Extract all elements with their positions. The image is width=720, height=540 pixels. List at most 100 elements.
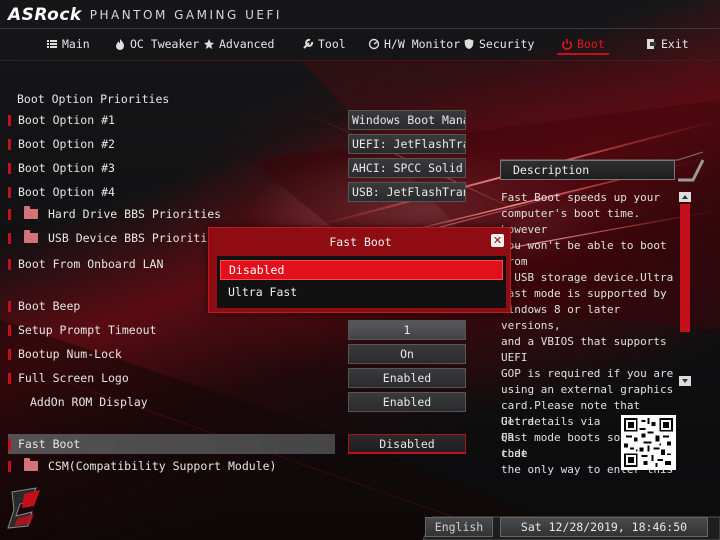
dialog-options-list: Disabled Ultra Fast <box>217 256 506 308</box>
dialog-title: Fast Boot <box>329 235 392 249</box>
row-marker <box>8 348 11 360</box>
description-line: Fast mode is supported by <box>501 287 667 300</box>
full-screen-logo-label: Full Screen Logo <box>18 371 129 385</box>
tab-oc-tweaker-label: OC Tweaker <box>130 37 200 51</box>
tab-security-label: Security <box>479 37 535 51</box>
fast-boot-row[interactable]: Fast Boot <box>8 434 335 454</box>
addon-rom-display-label: AddOn ROM Display <box>30 395 148 409</box>
exit-icon <box>645 38 657 50</box>
brand-subtitle: PHANTOM GAMING UEFI <box>89 8 282 22</box>
full-screen-logo-value[interactable]: Enabled <box>348 368 466 388</box>
row-marker <box>8 460 11 472</box>
bootup-numlock-label: Bootup Num-Lock <box>18 347 122 361</box>
hdd-bbs-priorities-label: Hard Drive BBS Priorities <box>48 207 222 221</box>
wrench-icon <box>302 38 314 50</box>
row-marker <box>8 372 11 384</box>
row-marker <box>8 232 11 244</box>
qr-caption-line: Get details via QR <box>501 415 601 444</box>
header-divider <box>0 28 720 29</box>
setup-prompt-timeout-label: Setup Prompt Timeout <box>18 323 157 337</box>
boot-option-2-value[interactable]: UEFI: JetFlashTra... <box>348 134 466 154</box>
description-line: and a VBIOS that supports UEFI <box>501 335 667 364</box>
tab-hw-monitor-label: H/W Monitor <box>384 37 461 51</box>
tab-hw-monitor[interactable]: H/W Monitor <box>368 30 460 58</box>
power-icon <box>561 38 573 50</box>
boot-option-2-label: Boot Option #2 <box>18 137 115 151</box>
phantom-gaming-logo-icon <box>7 487 40 529</box>
description-line: Windows 8 or later versions, <box>501 303 621 332</box>
folder-icon <box>24 230 38 243</box>
row-marker <box>8 138 11 150</box>
list-icon <box>46 38 58 50</box>
boot-priorities-heading: Boot Option Priorities <box>17 92 170 106</box>
row-marker <box>8 324 11 336</box>
description-line: a USB storage device.Ultra <box>501 271 674 284</box>
fast-boot-value[interactable]: Disabled <box>348 434 466 454</box>
row-marker <box>8 438 11 450</box>
tab-main-label: Main <box>62 37 90 51</box>
description-title: Description <box>500 160 675 180</box>
row-marker <box>8 208 11 220</box>
option-ultra-fast[interactable]: Ultra Fast <box>220 282 503 302</box>
scroll-down-arrow-icon[interactable] <box>679 376 691 386</box>
tab-advanced-label: Advanced <box>219 37 275 51</box>
brand-name: ASRock <box>8 5 82 25</box>
nav-divider <box>0 60 720 61</box>
scroll-thumb[interactable] <box>680 204 690 332</box>
row-marker <box>8 186 11 198</box>
row-marker <box>8 258 11 270</box>
row-marker <box>8 162 11 174</box>
addon-rom-display-value[interactable]: Enabled <box>348 392 466 412</box>
tab-advanced[interactable]: Advanced <box>203 30 274 58</box>
tab-exit-label: Exit <box>661 37 689 51</box>
boot-beep-label: Boot Beep <box>18 299 81 313</box>
qr-caption: Get details via QR code <box>501 414 611 462</box>
description-line: Fast Boot speeds up your <box>501 191 660 204</box>
tab-boot[interactable]: Boot <box>557 30 609 58</box>
top-nav: Main OC Tweaker Advanced Tool H/W Monito… <box>0 30 720 58</box>
csm-row[interactable]: CSM(Compatibility Support Module) <box>8 456 468 476</box>
description-line: GOP is required if you are <box>501 367 674 380</box>
tab-security[interactable]: Security <box>463 30 534 58</box>
tab-boot-label: Boot <box>577 37 605 51</box>
tab-exit[interactable]: Exit <box>645 30 689 58</box>
onboard-lan-label: Boot From Onboard LAN <box>18 257 164 271</box>
boot-option-4-value[interactable]: USB: JetFlashTran... <box>348 182 466 202</box>
close-icon[interactable]: ✕ <box>491 234 504 247</box>
description-line: using an external graphics <box>501 383 674 396</box>
tab-main[interactable]: Main <box>46 30 90 58</box>
tab-oc-tweaker[interactable]: OC Tweaker <box>114 30 199 58</box>
scroll-up-arrow-icon[interactable] <box>679 192 691 202</box>
tab-tool-label: Tool <box>318 37 346 51</box>
bootup-numlock-value[interactable]: On <box>348 344 466 364</box>
boot-option-4-label: Boot Option #4 <box>18 185 115 199</box>
qr-code-icon <box>621 415 676 470</box>
setup-prompt-timeout-value[interactable]: 1 <box>348 320 466 340</box>
fast-boot-label: Fast Boot <box>18 437 81 451</box>
language-button[interactable]: English <box>425 517 493 537</box>
description-scrollbar[interactable] <box>679 192 691 386</box>
monitor-icon <box>368 38 380 50</box>
description-line: computer's boot time. however <box>501 207 641 236</box>
row-marker <box>8 114 11 126</box>
folder-icon <box>24 458 38 471</box>
tab-tool[interactable]: Tool <box>302 30 346 58</box>
qr-caption-line: code <box>501 447 528 460</box>
shield-icon <box>463 38 475 50</box>
folder-icon <box>24 206 38 219</box>
description-line: you won't be able to boot from <box>501 239 667 268</box>
option-disabled[interactable]: Disabled <box>220 260 503 280</box>
hdd-bbs-priorities-row[interactable]: Hard Drive BBS Priorities <box>8 204 468 224</box>
csm-label: CSM(Compatibility Support Module) <box>48 459 277 473</box>
fast-boot-dialog: Fast Boot ✕ Disabled Ultra Fast <box>208 227 511 313</box>
star-icon <box>203 38 215 50</box>
brand-logo: ASRock PHANTOM GAMING UEFI <box>8 4 282 26</box>
boot-option-1-value[interactable]: Windows Boot Mana... <box>348 110 466 130</box>
usb-bbs-priorities-label: USB Device BBS Priorities <box>48 231 222 245</box>
row-marker <box>8 300 11 312</box>
boot-option-1-label: Boot Option #1 <box>18 113 115 127</box>
boot-option-3-value[interactable]: AHCI: SPCC Solid... <box>348 158 466 178</box>
boot-option-3-label: Boot Option #3 <box>18 161 115 175</box>
flame-icon <box>114 38 126 50</box>
datetime-display: Sat 12/28/2019, 18:46:50 <box>500 517 708 537</box>
